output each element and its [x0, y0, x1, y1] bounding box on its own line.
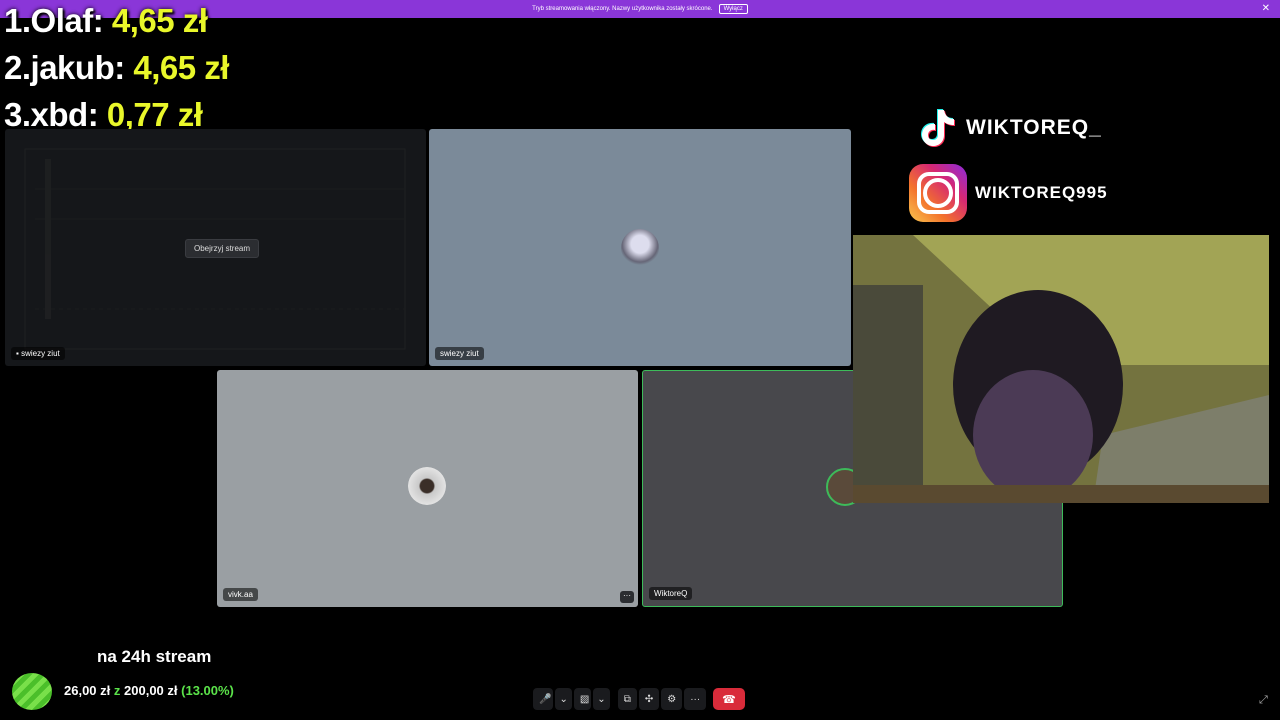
- close-icon[interactable]: ✕: [1262, 3, 1270, 14]
- camera-icon[interactable]: ▧: [573, 688, 592, 710]
- leaderboard-row-2: 2.jakub: 4,65 zł: [4, 49, 229, 87]
- microphone-options-button[interactable]: ⌄: [555, 688, 572, 710]
- tile-username: vivk.aa: [223, 588, 258, 601]
- tile-username: WiktoreQ: [649, 587, 693, 600]
- tiktok-icon: [921, 109, 955, 147]
- call-controls: 🎤 ⌄ ▧ ⌄ ⧉ ✣ ⚙ ···: [533, 688, 707, 710]
- leaderboard-name: Olaf:: [30, 2, 104, 39]
- webcam-image: [853, 235, 1269, 503]
- leaderboard-amount: 4,65 zł: [111, 2, 208, 39]
- screen-share-icon[interactable]: ⧉: [617, 688, 637, 710]
- tile-username: ▪ swiezy ziut: [11, 347, 65, 360]
- stream-tile[interactable]: Obejrzyj stream ▪ swiezy ziut: [5, 129, 426, 366]
- instagram-handle: WIKTOREQ995: [909, 164, 1108, 222]
- leaderboard-name: xbd:: [30, 96, 99, 133]
- leaderboard-row-1: 1.Olaf: 4,65 zł: [4, 2, 208, 40]
- goal-icon: [12, 673, 52, 710]
- leaderboard-name: jakub:: [30, 49, 126, 86]
- avatar: [621, 229, 659, 267]
- microphone-icon[interactable]: 🎤: [533, 688, 554, 710]
- goal-title: na 24h stream: [97, 647, 212, 666]
- goal-progress-text: 26,00 zł z 200,00 zł (13.00%): [64, 683, 234, 698]
- tile-username: swiezy ziut: [435, 347, 484, 360]
- tile-more-button[interactable]: ···: [620, 591, 634, 603]
- leaderboard-rank: 3.: [4, 96, 31, 133]
- participant-tile[interactable]: vivk.aa ···: [217, 370, 638, 607]
- leaderboard-rank: 2.: [4, 49, 31, 86]
- more-options-button[interactable]: ···: [684, 688, 707, 710]
- camera-options-button[interactable]: ⌄: [593, 688, 610, 710]
- fullscreen-icon[interactable]: ⤢: [1259, 694, 1268, 707]
- banner-message: Tryb streamowania włączony. Nazwy użytko…: [532, 6, 713, 12]
- disable-streamer-mode-button[interactable]: Wyłącz: [718, 4, 748, 14]
- hangup-icon[interactable]: ☎: [713, 688, 745, 710]
- activities-icon[interactable]: ✣: [638, 688, 660, 710]
- soundboard-icon[interactable]: ⚙: [661, 688, 683, 710]
- tiktok-username: WIKTOREQ_: [966, 116, 1102, 139]
- instagram-icon: [909, 164, 967, 222]
- avatar: [408, 467, 446, 505]
- leaderboard-rank: 1.: [4, 2, 31, 39]
- participant-tile[interactable]: swiezy ziut: [429, 129, 851, 366]
- instagram-username: WIKTOREQ995: [975, 183, 1108, 202]
- leaderboard-amount: 4,65 zł: [133, 49, 229, 86]
- tiktok-handle: WIKTOREQ_: [914, 106, 1102, 150]
- webcam-feed: [853, 235, 1269, 503]
- leaderboard-amount: 0,77 zł: [106, 96, 203, 133]
- watch-stream-button[interactable]: Obejrzyj stream: [185, 239, 260, 258]
